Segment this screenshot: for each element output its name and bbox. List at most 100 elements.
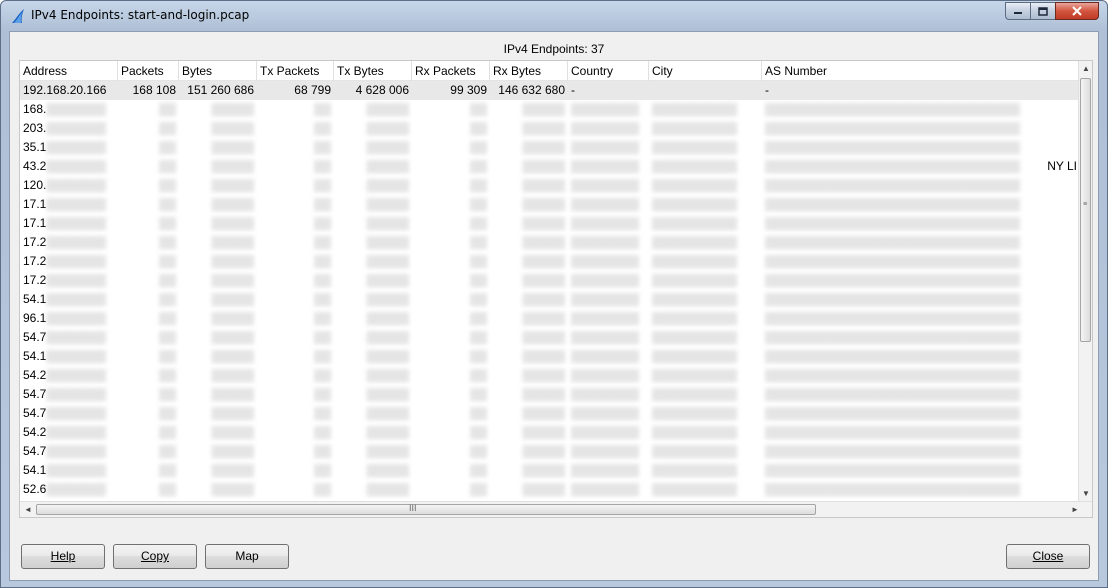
table-row[interactable]: 54.7▒▒▒▒▒▒▒ ▒▒ ▒▒▒▒▒ ▒▒ ▒▒▒▒▒ ▒▒ ▒▒▒▒▒ ▒▒▒▒▒▒▒▒… [20,442,1080,461]
redacted-text: ▒▒▒▒▒▒▒▒ [571,368,640,382]
redacted-text: ▒▒▒▒▒▒▒▒▒▒▒▒▒▒▒▒▒▒▒▒▒▒▒▒▒▒▒▒▒▒ [765,197,1021,211]
column-header-address[interactable]: Address [20,61,118,81]
redacted-text: ▒▒▒▒▒▒▒▒ [571,235,640,249]
copy-button[interactable]: Copy [113,544,197,569]
table-row[interactable]: 43.2▒▒▒▒▒▒▒ ▒▒ ▒▒▒▒▒ ▒▒ ▒▒▒▒▒ ▒▒ ▒▒▒▒▒ ▒▒▒▒▒▒▒▒… [20,157,1080,176]
scroll-left-arrow-icon[interactable]: ◄ [24,505,32,514]
table-row[interactable]: 54.1▒▒▒▒▒▒▒ ▒▒ ▒▒▒▒▒ ▒▒ ▒▒▒▒▒ ▒▒ ▒▒▒▒▒ ▒▒▒▒▒▒▒▒… [20,461,1080,480]
table-row[interactable]: 17.2▒▒▒▒▒▒▒ ▒▒ ▒▒▒▒▒ ▒▒ ▒▒▒▒▒ ▒▒ ▒▒▒▒▒ ▒▒▒▒▒▒▒▒… [20,252,1080,271]
scroll-right-arrow-icon[interactable]: ► [1071,505,1079,514]
cell-bytes: ▒▒▒▒▒ [179,195,257,214]
cell-city: ▒▒▒▒▒▒▒▒▒▒ [649,290,762,309]
column-header-tx-packets[interactable]: Tx Packets [257,61,334,81]
table-row[interactable]: 52.6▒▒▒▒▒▒▒ ▒▒ ▒▒▒▒▒ ▒▒ ▒▒▒▒▒ ▒▒ ▒▒▒▒▒ ▒▒▒▒▒▒▒▒… [20,480,1080,499]
cell-bytes: ▒▒▒▒▒ [179,347,257,366]
column-header-tx-bytes[interactable]: Tx Bytes [334,61,412,81]
cell-country: ▒▒▒▒▒▒▒▒ [568,461,649,480]
redacted-text: ▒▒▒▒▒▒▒▒▒▒ [652,178,738,192]
scroll-up-arrow-icon[interactable]: ▲ [1082,64,1090,73]
table-row[interactable]: 17.2▒▒▒▒▒▒▒ ▒▒ ▒▒▒▒▒ ▒▒ ▒▒▒▒▒ ▒▒ ▒▒▒▒▒ ▒▒▒▒▒▒▒▒… [20,271,1080,290]
cell-tx-bytes: ▒▒▒▒▒ [334,233,412,252]
redacted-text: ▒▒▒▒▒▒▒▒ [571,159,640,173]
cell-packets: ▒▒ [118,290,179,309]
column-header-as-number[interactable]: AS Number [762,61,1080,81]
cell-as-number: ▒▒▒▒▒▒▒▒▒▒▒▒▒▒▒▒▒▒▒▒▒▒▒▒▒▒▒▒▒▒ [762,271,1080,290]
table-row[interactable]: 35.1▒▒▒▒▒▒▒ ▒▒ ▒▒▒▒▒ ▒▒ ▒▒▒▒▒ ▒▒ ▒▒▒▒▒ ▒▒▒▒▒▒▒▒… [20,138,1080,157]
table-row[interactable]: 168.▒▒▒▒▒▒▒ ▒▒ ▒▒▒▒▒ ▒▒ ▒▒▒▒▒ ▒▒ ▒▒▒▒▒ ▒▒▒▒▒▒▒▒… [20,100,1080,119]
redacted-text: ▒▒▒▒▒▒▒ [46,482,106,496]
map-button[interactable]: Map [205,544,289,569]
redacted-text: ▒▒ [469,235,487,249]
table-row[interactable]: 17.1▒▒▒▒▒▒▒ ▒▒ ▒▒▒▒▒ ▒▒ ▒▒▒▒▒ ▒▒ ▒▒▒▒▒ ▒▒▒▒▒▒▒▒… [20,214,1080,233]
redacted-text: ▒▒ [158,159,176,173]
maximize-button[interactable] [1030,2,1056,20]
column-header-country[interactable]: Country [568,61,649,81]
cell-packets: ▒▒ [118,195,179,214]
cell-country: ▒▒▒▒▒▒▒▒ [568,214,649,233]
table-row[interactable]: 203.▒▒▒▒▒▒▒ ▒▒ ▒▒▒▒▒ ▒▒ ▒▒▒▒▒ ▒▒ ▒▒▒▒▒ ▒▒▒▒▒▒▒▒… [20,119,1080,138]
endpoint-count-label: IPv4 Endpoints: 37 [503,42,605,56]
cell-bytes: ▒▒▒▒▒ [179,480,257,499]
close-button[interactable]: Close [1006,544,1090,569]
table-row[interactable]: 17.2▒▒▒▒▒▒▒ ▒▒ ▒▒▒▒▒ ▒▒ ▒▒▒▒▒ ▒▒ ▒▒▒▒▒ ▒▒▒▒▒▒▒▒… [20,233,1080,252]
scroll-down-arrow-icon[interactable]: ▼ [1082,489,1090,498]
column-header-rx-packets[interactable]: Rx Packets [412,61,490,81]
help-button[interactable]: Help [21,544,105,569]
table-row[interactable]: 54.7▒▒▒▒▒▒▒ ▒▒ ▒▒▒▒▒ ▒▒ ▒▒▒▒▒ ▒▒ ▒▒▒▒▒ ▒▒▒▒▒▒▒▒… [20,404,1080,423]
redacted-text: ▒▒▒▒▒▒▒▒ [571,216,640,230]
cell-tx-bytes: ▒▒▒▒▒ [334,176,412,195]
table-row[interactable]: 54.1▒▒▒▒▒▒▒ ▒▒ ▒▒▒▒▒ ▒▒ ▒▒▒▒▒ ▒▒ ▒▒▒▒▒ ▒▒▒▒▒▒▒▒… [20,290,1080,309]
table-row[interactable]: 54.2▒▒▒▒▒▒▒ ▒▒ ▒▒▒▒▒ ▒▒ ▒▒▒▒▒ ▒▒ ▒▒▒▒▒ ▒▒▒▒▒▒▒▒… [20,423,1080,442]
close-window-button[interactable] [1055,2,1099,20]
cell-city: ▒▒▒▒▒▒▒▒▒▒ [649,404,762,423]
horizontal-scroll-thumb[interactable]: III [36,503,816,515]
table-row[interactable]: 54.2▒▒▒▒▒▒▒ ▒▒ ▒▒▒▒▒ ▒▒ ▒▒▒▒▒ ▒▒ ▒▒▒▒▒ ▒▒▒▒▒▒▒▒… [20,366,1080,385]
table-row[interactable]: 120.▒▒▒▒▒▒▒ ▒▒ ▒▒▒▒▒ ▒▒ ▒▒▒▒▒ ▒▒ ▒▒▒▒▒ ▒▒▒▒▒▒▒▒… [20,176,1080,195]
cell-tx-bytes: ▒▒▒▒▒ [334,385,412,404]
table-row[interactable]: 96.1▒▒▒▒▒▒▒ ▒▒ ▒▒▒▒▒ ▒▒ ▒▒▒▒▒ ▒▒ ▒▒▒▒▒ ▒▒▒▒▒▒▒▒… [20,309,1080,328]
redacted-text: ▒▒ [313,368,331,382]
table-row[interactable]: 54.7▒▒▒▒▒▒▒ ▒▒ ▒▒▒▒▒ ▒▒ ▒▒▒▒▒ ▒▒ ▒▒▒▒▒ ▒▒▒▒▒▒▒▒… [20,385,1080,404]
cell-city: ▒▒▒▒▒▒▒▒▒▒ [649,347,762,366]
cell-rx-bytes: 146 632 680 [498,83,565,97]
cell-as-number: ▒▒▒▒▒▒▒▒▒▒▒▒▒▒▒▒▒▒▒▒▒▒▒▒▒▒▒▒▒▒ [762,233,1080,252]
cell-packets: ▒▒ [118,366,179,385]
table-row[interactable]: 192.168.20.166 168 108 151 260 686 68 799 4 … [20,81,1080,100]
cell-rx-packets: ▒▒ [412,157,490,176]
cell-city: ▒▒▒▒▒▒▒▒▒▒ [649,442,762,461]
cell-rx-bytes: ▒▒▒▒▒ [490,309,568,328]
column-header-bytes[interactable]: Bytes [179,61,257,81]
vertical-scroll-thumb[interactable]: ≡ [1080,78,1091,342]
cell-country: - [571,83,575,97]
column-header-rx-bytes[interactable]: Rx Bytes [490,61,568,81]
redacted-text: ▒▒ [313,330,331,344]
table-row[interactable]: 17.1▒▒▒▒▒▒▒ ▒▒ ▒▒▒▒▒ ▒▒ ▒▒▒▒▒ ▒▒ ▒▒▒▒▒ ▒▒▒▒▒▒▒▒… [20,195,1080,214]
cell-bytes: ▒▒▒▒▒ [179,461,257,480]
title-bar[interactable]: IPv4 Endpoints: start-and-login.pcap [1,1,1107,31]
table-row[interactable]: 54.7▒▒▒▒▒▒▒ ▒▒ ▒▒▒▒▒ ▒▒ ▒▒▒▒▒ ▒▒ ▒▒▒▒▒ ▒▒▒▒▒▒▒▒… [20,328,1080,347]
column-header-city[interactable]: City [649,61,762,81]
cell-packets: ▒▒ [118,328,179,347]
column-header-packets[interactable]: Packets [118,61,179,81]
cell-rx-packets: ▒▒ [412,366,490,385]
redacted-text: ▒▒▒▒▒ [366,159,409,173]
cell-tx-bytes: ▒▒▒▒▒ [334,347,412,366]
cell-tx-bytes: ▒▒▒▒▒ [334,328,412,347]
cell-rx-packets: ▒▒ [412,423,490,442]
cell-as-number: ▒▒▒▒▒▒▒▒▒▒▒▒▒▒▒▒▒▒▒▒▒▒▒▒▒▒▒▒▒▒ NY LI [762,157,1080,176]
cell-tx-packets: ▒▒ [257,100,334,119]
redacted-text: ▒▒▒▒▒▒▒▒ [571,387,640,401]
cell-as-number: ▒▒▒▒▒▒▒▒▒▒▒▒▒▒▒▒▒▒▒▒▒▒▒▒▒▒▒▒▒▒ [762,290,1080,309]
redacted-text: ▒▒▒▒▒▒▒ [46,349,106,363]
cell-address: 120.▒▒▒▒▒▒▒ [23,178,106,192]
redacted-text: ▒▒▒▒▒ [522,368,565,382]
cell-rx-bytes: ▒▒▒▒▒ [490,385,568,404]
vertical-scrollbar[interactable]: ▲ ≡ ▼ [1078,61,1092,503]
redacted-text: ▒▒▒▒▒ [211,216,254,230]
cell-tx-packets: ▒▒ [257,309,334,328]
minimize-button[interactable] [1005,2,1031,20]
cell-tx-bytes: ▒▒▒▒▒ [334,214,412,233]
table-row[interactable]: 54.1▒▒▒▒▒▒▒ ▒▒ ▒▒▒▒▒ ▒▒ ▒▒▒▒▒ ▒▒ ▒▒▒▒▒ ▒▒▒▒▒▒▒▒… [20,347,1080,366]
cell-as-number: ▒▒▒▒▒▒▒▒▒▒▒▒▒▒▒▒▒▒▒▒▒▒▒▒▒▒▒▒▒▒ [762,195,1080,214]
horizontal-scrollbar[interactable]: ◄ III ► [20,501,1092,517]
